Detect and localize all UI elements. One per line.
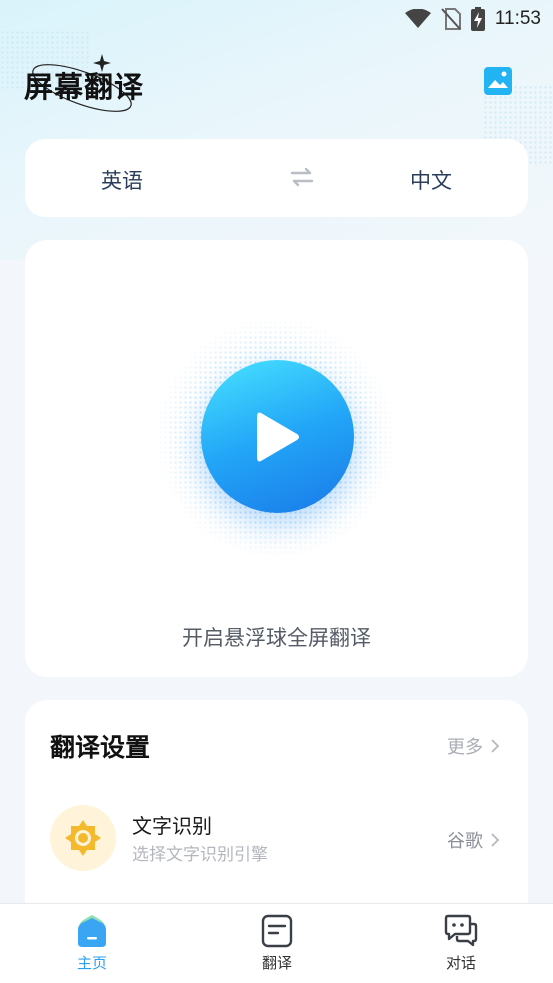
more-label: 更多 <box>447 737 483 758</box>
floating-caption: 开启悬浮球全屏翻译 <box>182 626 371 650</box>
play-icon <box>256 412 299 461</box>
ocr-icon <box>50 805 116 871</box>
swap-icon[interactable] <box>290 167 314 187</box>
language-selector: 英语 中文 <box>25 139 528 217</box>
translation-settings-card: 翻译设置 更多 文字识别 选择文字识别引擎 谷歌 <box>25 700 528 930</box>
nav-home[interactable]: 主页 <box>52 914 132 973</box>
wifi-icon <box>404 9 431 28</box>
chevron-right-icon <box>491 833 500 847</box>
chat-icon <box>444 914 478 947</box>
floating-ball-card: 开启悬浮球全屏翻译 <box>25 240 528 677</box>
status-time: 11:53 <box>494 8 541 29</box>
source-language[interactable]: 英语 <box>101 165 143 195</box>
status-bar: 11:53 <box>0 0 553 38</box>
home-icon <box>78 915 106 947</box>
page-title: 屏幕翻译 <box>24 70 145 104</box>
ocr-subtitle: 选择文字识别引擎 <box>132 845 268 865</box>
chevron-right-icon <box>491 739 500 753</box>
ocr-title: 文字识别 <box>132 814 212 838</box>
target-language[interactable]: 中文 <box>410 165 452 195</box>
nav-home-label: 主页 <box>76 954 107 972</box>
nav-dialog[interactable]: 对话 <box>421 914 501 973</box>
nav-translate[interactable]: 翻译 <box>237 914 317 973</box>
bottom-nav: 主页 翻译 对话 <box>0 903 553 983</box>
more-link[interactable]: 更多 <box>447 733 500 759</box>
start-floating-button[interactable] <box>201 360 354 513</box>
document-icon <box>261 914 293 948</box>
settings-title: 翻译设置 <box>50 733 151 762</box>
nav-dialog-label: 对话 <box>445 954 476 972</box>
ocr-setting-row[interactable]: 文字识别 选择文字识别引擎 谷歌 <box>25 800 528 880</box>
battery-charging-icon <box>470 7 485 31</box>
nav-translate-label: 翻译 <box>261 954 292 972</box>
no-sim-icon <box>441 8 461 30</box>
image-icon[interactable] <box>483 66 513 96</box>
ocr-engine-value: 谷歌 <box>447 827 500 853</box>
ocr-engine-label: 谷歌 <box>447 831 483 852</box>
